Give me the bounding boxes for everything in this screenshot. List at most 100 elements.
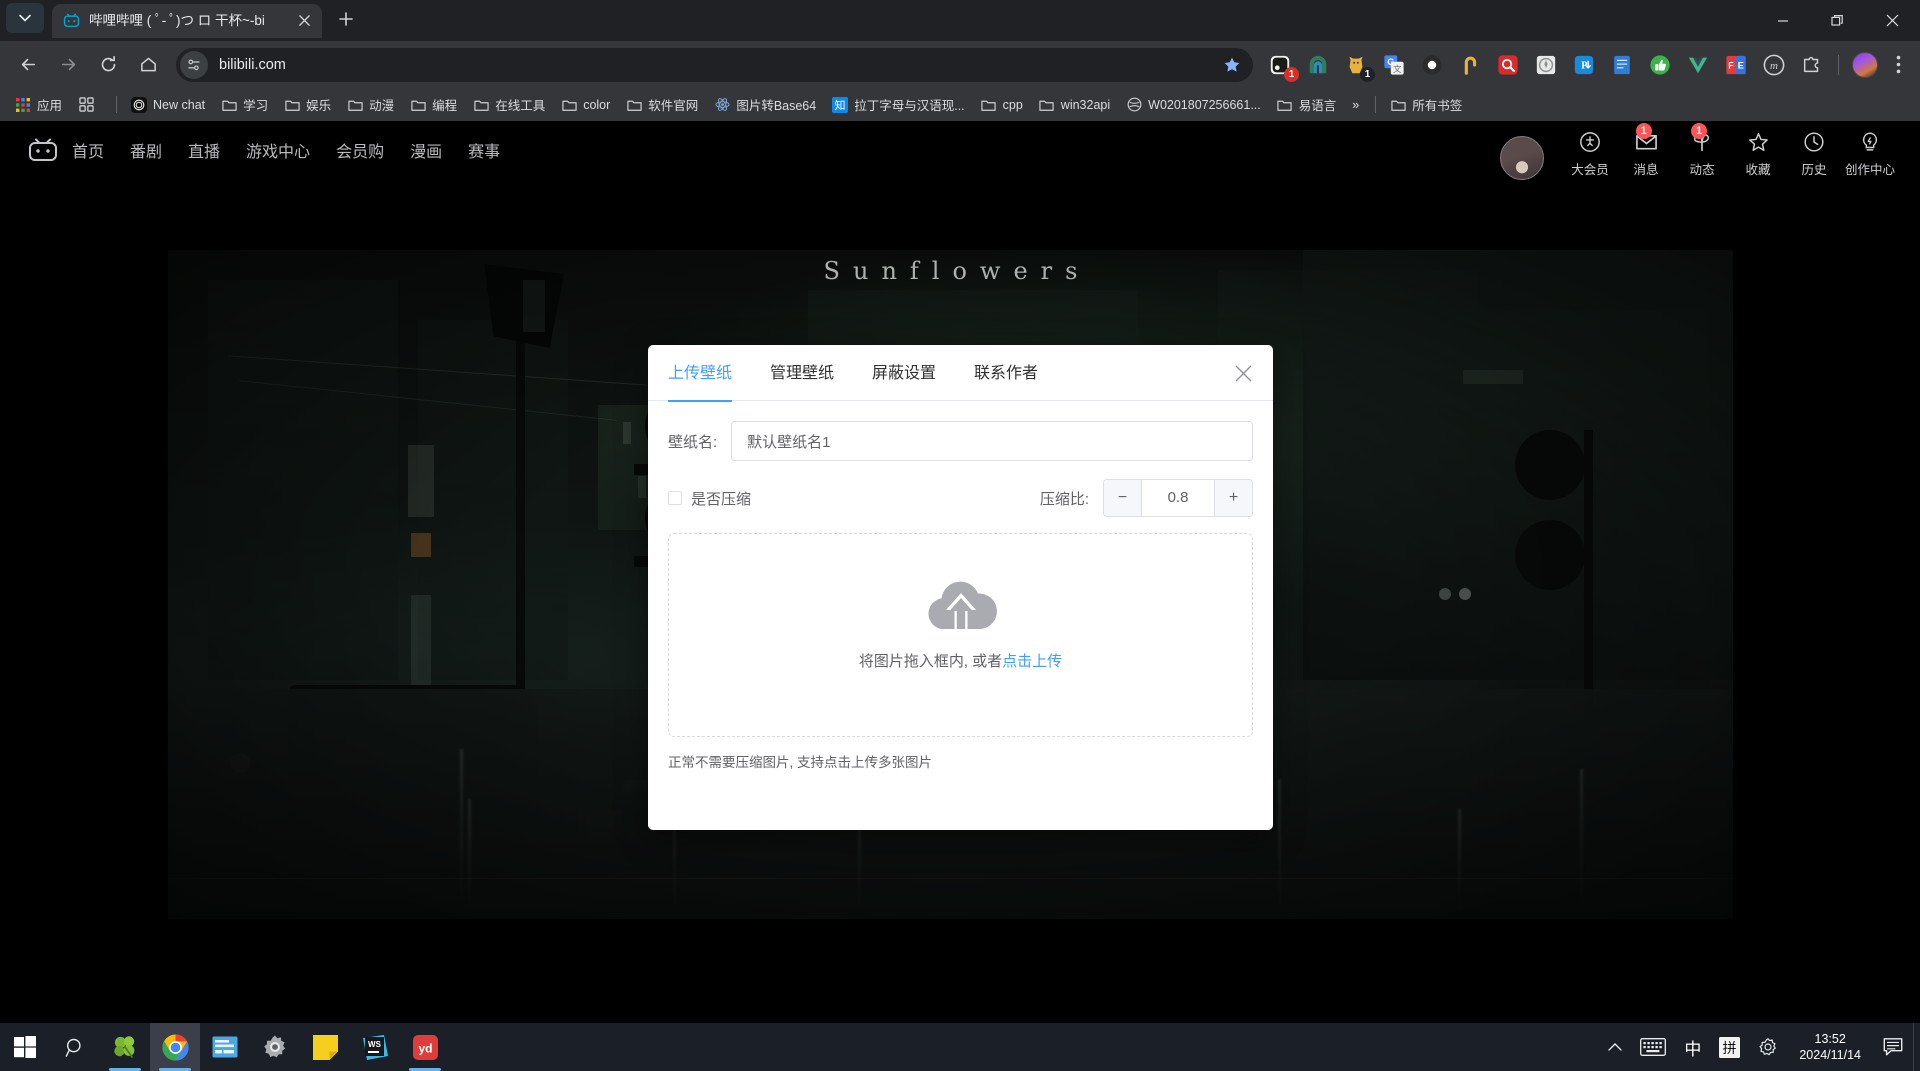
window-close-button[interactable] — [1865, 0, 1920, 41]
pdf-download-extension[interactable]: P — [1570, 51, 1598, 79]
window-maximize-button[interactable] — [1810, 0, 1865, 41]
bookmark-folder-win32api[interactable]: win32api — [1032, 92, 1117, 117]
bookmark-apps[interactable]: 应用 — [8, 92, 69, 117]
cat-extension[interactable]: 1 — [1342, 51, 1370, 79]
home-button[interactable] — [130, 47, 166, 83]
bili-nav-fanju[interactable]: 番剧 — [130, 138, 162, 162]
bookmark-folder-ruanjianguanwang[interactable]: 软件官网 — [619, 92, 705, 117]
tab-manage-wallpaper[interactable]: 管理壁纸 — [770, 345, 834, 401]
folder-icon — [1390, 97, 1406, 113]
screen-recorder-extension[interactable] — [1418, 51, 1446, 79]
bili-nav-label: 动态 — [1689, 159, 1714, 178]
show-desktop-button[interactable] — [1913, 1023, 1920, 1071]
bookmark-star-icon[interactable] — [1217, 50, 1247, 80]
settings-app[interactable] — [250, 1023, 300, 1071]
user-avatar[interactable] — [1500, 136, 1544, 180]
tab-search-button[interactable] — [6, 3, 44, 33]
m-extension[interactable]: m — [1760, 51, 1788, 79]
hook-extension[interactable] — [1456, 51, 1484, 79]
bookmark-folder-color[interactable]: color — [554, 92, 617, 117]
page-settings-icon[interactable] — [180, 51, 208, 79]
bookmark-folder-dongman[interactable]: 动漫 — [340, 92, 401, 117]
bookmark-zhihu-article[interactable]: 知 拉丁字母与汉语现... — [825, 92, 971, 117]
profile-avatar-button[interactable] — [1852, 52, 1878, 78]
bili-nav-huiyuangou[interactable]: 会员购 — [336, 138, 384, 162]
window-minimize-button[interactable] — [1755, 0, 1810, 41]
bookmark-folder-xuexi[interactable]: 学习 — [214, 92, 275, 117]
google-translate-extension[interactable]: G 文 — [1380, 51, 1408, 79]
bookmark-manager[interactable] — [71, 92, 107, 117]
browser-tab[interactable]: 哔哩哔哩 ( ﾟ- ﾟ)つ ロ 干杯~-bi — [52, 4, 322, 38]
wallpaper-name-input[interactable] — [731, 421, 1253, 461]
bili-nav-xiaoxi[interactable]: 1 消息 — [1618, 129, 1674, 178]
bili-nav-youxizhongxin[interactable]: 游戏中心 — [246, 138, 310, 162]
all-bookmarks-button[interactable]: 所有书签 — [1383, 92, 1469, 117]
bili-nav-zhibo[interactable]: 直播 — [188, 138, 220, 162]
bookmark-w0201807256661[interactable]: W0201807256661... — [1119, 92, 1268, 117]
new-tab-button[interactable] — [331, 4, 361, 34]
thumbs-up-extension[interactable] — [1646, 51, 1674, 79]
search-magnifier-extension[interactable] — [1494, 51, 1522, 79]
bilibili-logo-icon[interactable] — [28, 135, 58, 165]
bili-nav-dongtai[interactable]: 1 动态 — [1674, 129, 1730, 178]
ratio-increase-button[interactable]: + — [1214, 480, 1252, 516]
clover-app[interactable] — [100, 1023, 150, 1071]
extensions-puzzle-icon[interactable] — [1798, 51, 1826, 79]
bili-nav-saishi[interactable]: 赛事 — [468, 138, 500, 162]
bookmark-folder-yiyuyan[interactable]: 易语言 — [1270, 92, 1344, 117]
bili-nav-chuangzuozhongxin[interactable]: 创作中心 — [1842, 129, 1898, 178]
notes-app[interactable] — [300, 1023, 350, 1071]
upload-dropzone[interactable]: 将图片拖入框内, 或者点击上传 — [668, 533, 1253, 737]
back-button[interactable] — [10, 47, 46, 83]
forward-button[interactable] — [50, 47, 86, 83]
address-bar[interactable]: bilibili.com — [176, 48, 1253, 82]
arc-extension[interactable] — [1304, 51, 1332, 79]
youdao-app[interactable]: yd — [400, 1023, 450, 1071]
bookmark-folder-zaixiangongju[interactable]: 在线工具 — [466, 92, 552, 117]
clock-date[interactable]: 13:52 2024/11/14 — [1787, 1023, 1873, 1071]
compress-checkbox[interactable]: 是否压缩 — [668, 488, 751, 509]
bookmark-new-chat[interactable]: New chat — [124, 92, 212, 117]
compass-extension[interactable] — [1532, 51, 1560, 79]
ime-pinyin-button[interactable]: 拼 — [1710, 1023, 1749, 1071]
paper-extension[interactable] — [1608, 51, 1636, 79]
extensions-row: 1 1 — [1261, 51, 1831, 79]
bili-nav-manhua[interactable]: 漫画 — [410, 138, 442, 162]
fe-helper-extension[interactable]: F E — [1722, 51, 1750, 79]
ratio-value-input[interactable] — [1142, 480, 1214, 516]
bili-nav-dahuiyuan[interactable]: 大会员 — [1562, 129, 1618, 178]
tray-overflow-button[interactable] — [1599, 1023, 1631, 1071]
tab-contact-author[interactable]: 联系作者 — [974, 345, 1038, 401]
card-app[interactable] — [200, 1023, 250, 1071]
notifications-button[interactable] — [1873, 1023, 1913, 1071]
bili-nav-lishi[interactable]: 历史 — [1786, 129, 1842, 178]
start-button[interactable] — [0, 1023, 50, 1071]
bookmark-folder-yule[interactable]: 娱乐 — [277, 92, 338, 117]
vue-devtools-extension[interactable] — [1684, 51, 1712, 79]
checkbox-box[interactable] — [668, 491, 682, 505]
reload-button[interactable] — [90, 47, 126, 83]
tab-block-settings[interactable]: 屏蔽设置 — [872, 345, 936, 401]
bookmark-base64-tool[interactable]: 图片转Base64 — [707, 92, 823, 117]
bookmark-folder-cpp[interactable]: cpp — [974, 92, 1030, 117]
dialog-close-button[interactable] — [1229, 359, 1257, 387]
search-icon — [65, 1037, 86, 1058]
bookmarks-overflow-button[interactable]: » — [1345, 92, 1366, 117]
tab-close-button[interactable] — [294, 11, 314, 31]
notion-extension[interactable]: 1 — [1266, 51, 1294, 79]
touch-keyboard-button[interactable] — [1631, 1023, 1675, 1071]
tray-settings-button[interactable] — [1749, 1023, 1787, 1071]
search-button[interactable] — [50, 1023, 100, 1071]
bilibili-header: 首页 番剧 直播 游戏中心 会员购 漫画 赛事 — [0, 121, 1920, 193]
chrome-menu-button[interactable] — [1884, 49, 1912, 81]
bookmark-folder-biancheng[interactable]: 编程 — [403, 92, 464, 117]
ratio-decrease-button[interactable]: − — [1104, 480, 1142, 516]
webstorm-app[interactable]: WS — [350, 1023, 400, 1071]
ime-language-button[interactable]: 中 — [1675, 1023, 1710, 1071]
dropzone-upload-link[interactable]: 点击上传 — [1002, 653, 1062, 670]
bili-nav-shoucang[interactable]: 收藏 — [1730, 129, 1786, 178]
chrome-app[interactable] — [150, 1023, 200, 1071]
tab-upload-wallpaper[interactable]: 上传壁纸 — [668, 345, 732, 401]
bookmark-label: 动漫 — [369, 95, 394, 114]
bili-nav-shouye[interactable]: 首页 — [72, 138, 104, 162]
